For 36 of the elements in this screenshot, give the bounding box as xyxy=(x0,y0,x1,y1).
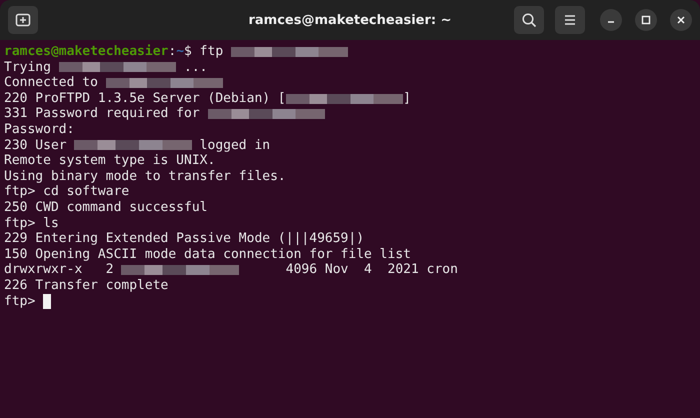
terminal-text: 150 Opening ASCII mode data connection for file list xyxy=(4,246,411,262)
terminal-text: ftp> ls xyxy=(4,216,59,232)
search-button[interactable] xyxy=(514,6,544,34)
prompt-user: ramces@maketecheasier xyxy=(4,44,168,60)
search-icon xyxy=(521,12,537,28)
new-tab-icon xyxy=(15,12,31,28)
terminal-text: ] xyxy=(403,90,411,106)
prompt-path: ~ xyxy=(176,44,184,60)
terminal-text: 229 Entering Extended Passive Mode (|||49659|) xyxy=(4,231,364,247)
terminal-text: ftp> cd software xyxy=(4,184,130,200)
terminal-text: $ ftp xyxy=(184,44,224,60)
close-button[interactable] xyxy=(670,9,692,31)
terminal-text: : xyxy=(168,44,176,60)
maximize-icon xyxy=(641,15,651,25)
terminal-text: 250 CWD command successful xyxy=(4,200,208,216)
terminal-text: Using binary mode to transfer files. xyxy=(4,168,286,184)
terminal-text: 4096 Nov 4 2021 cron xyxy=(284,262,458,278)
new-tab-button[interactable] xyxy=(8,6,38,34)
terminal-text: logged in xyxy=(198,138,270,154)
terminal-text: ftp> xyxy=(4,294,36,310)
window-title: ramces@maketecheasier: ~ xyxy=(248,12,452,28)
maximize-button[interactable] xyxy=(635,9,657,31)
terminal-text: 331 Password required for xyxy=(4,106,201,122)
menu-button[interactable] xyxy=(555,6,585,34)
terminal-text: ... xyxy=(183,60,208,76)
terminal-text: drwxrwxr-x 2 xyxy=(4,262,115,278)
terminal-text: 230 User xyxy=(4,138,68,154)
terminal-text: Remote system type is UNIX. xyxy=(4,153,216,169)
terminal-text: Trying xyxy=(4,60,52,76)
terminal-text: Connected to xyxy=(4,75,99,91)
terminal-text: 226 Transfer complete xyxy=(4,278,168,294)
terminal-text: 220 ProFTPD 1.3.5e Server (Debian) [ xyxy=(4,90,286,106)
minimize-button[interactable] xyxy=(600,9,622,31)
close-icon xyxy=(676,15,686,25)
text-cursor xyxy=(43,294,52,309)
terminal-text: Password: xyxy=(4,122,74,138)
